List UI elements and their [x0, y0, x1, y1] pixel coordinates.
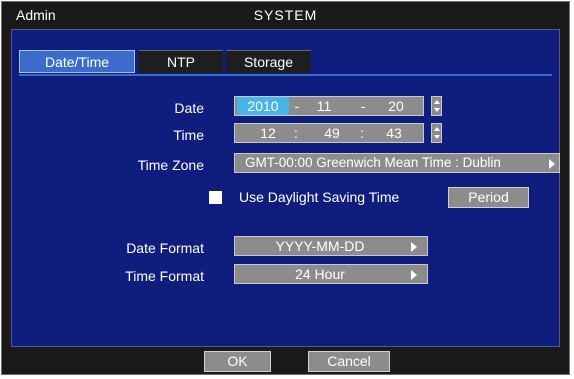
tab-date-time[interactable]: Date/Time	[19, 50, 135, 73]
time-format-value: 24 Hour	[295, 266, 345, 282]
time-minute[interactable]: 49	[317, 124, 347, 142]
tab-ntp[interactable]: NTP	[139, 50, 223, 73]
dst-label: Use Daylight Saving Time	[239, 189, 400, 205]
time-zone-label: Time Zone	[137, 157, 204, 173]
date-label: Date	[174, 100, 204, 116]
time-zone-value: GMT-00:00 Greenwich Mean Time : Dublin	[245, 155, 501, 170]
time-field[interactable]: 12 : 49 : 43	[234, 123, 424, 143]
date-separator: -	[294, 98, 300, 114]
date-format-select[interactable]: YYYY-MM-DD	[234, 236, 428, 256]
date-day[interactable]: 20	[381, 97, 411, 115]
dropdown-arrow-icon	[411, 242, 417, 252]
dropdown-arrow-icon	[411, 270, 417, 280]
date-month[interactable]: 11	[309, 97, 339, 115]
cancel-button[interactable]: Cancel	[308, 351, 390, 372]
time-zone-select[interactable]: GMT-00:00 Greenwich Mean Time : Dublin	[234, 153, 560, 173]
checkbox-icon[interactable]	[209, 191, 222, 204]
period-button[interactable]: Period	[448, 187, 529, 208]
date-spinner[interactable]	[431, 96, 442, 116]
spin-down-icon[interactable]	[434, 108, 440, 112]
date-field[interactable]: 2010 - 11 - 20	[234, 96, 424, 116]
dropdown-arrow-icon	[549, 159, 555, 169]
time-hour[interactable]: 12	[253, 124, 283, 142]
spin-down-icon[interactable]	[434, 135, 440, 139]
time-separator: :	[294, 125, 298, 141]
title-bar: Admin SYSTEM	[2, 2, 569, 28]
date-format-value: YYYY-MM-DD	[275, 238, 365, 254]
date-year[interactable]: 2010	[237, 97, 289, 115]
settings-panel: Date/Time NTP Storage Date 2010 - 11 - 2…	[11, 29, 560, 347]
date-format-label: Date Format	[126, 240, 204, 256]
spin-up-icon[interactable]	[434, 100, 440, 104]
ok-button[interactable]: OK	[204, 351, 271, 372]
tab-underline	[19, 74, 552, 76]
time-separator: :	[360, 125, 364, 141]
date-separator: -	[360, 98, 366, 114]
tab-storage[interactable]: Storage	[226, 50, 311, 73]
time-format-select[interactable]: 24 Hour	[234, 264, 428, 284]
time-label: Time	[173, 127, 204, 143]
spin-up-icon[interactable]	[434, 127, 440, 131]
time-spinner[interactable]	[431, 123, 442, 143]
time-format-label: Time Format	[125, 268, 204, 284]
window-title: SYSTEM	[253, 7, 318, 23]
system-window: Admin SYSTEM Date/Time NTP Storage Date …	[1, 1, 570, 375]
time-second[interactable]: 43	[379, 124, 409, 142]
